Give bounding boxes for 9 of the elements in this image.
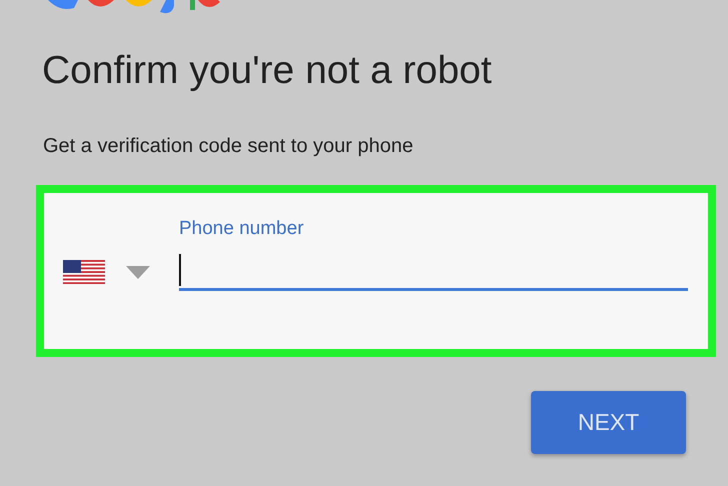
- text-cursor: [179, 254, 181, 286]
- next-button[interactable]: NEXT: [531, 391, 686, 454]
- field-label: Phone number: [179, 217, 305, 241]
- us-flag-icon: [63, 260, 105, 284]
- dropdown-caret-icon: [126, 266, 150, 278]
- phone-input-field[interactable]: [179, 251, 688, 291]
- instruction-text: Get a verification code sent to your phone: [43, 134, 414, 158]
- page-title: Confirm you're not a robot: [42, 48, 493, 94]
- country-selector[interactable]: [63, 260, 150, 284]
